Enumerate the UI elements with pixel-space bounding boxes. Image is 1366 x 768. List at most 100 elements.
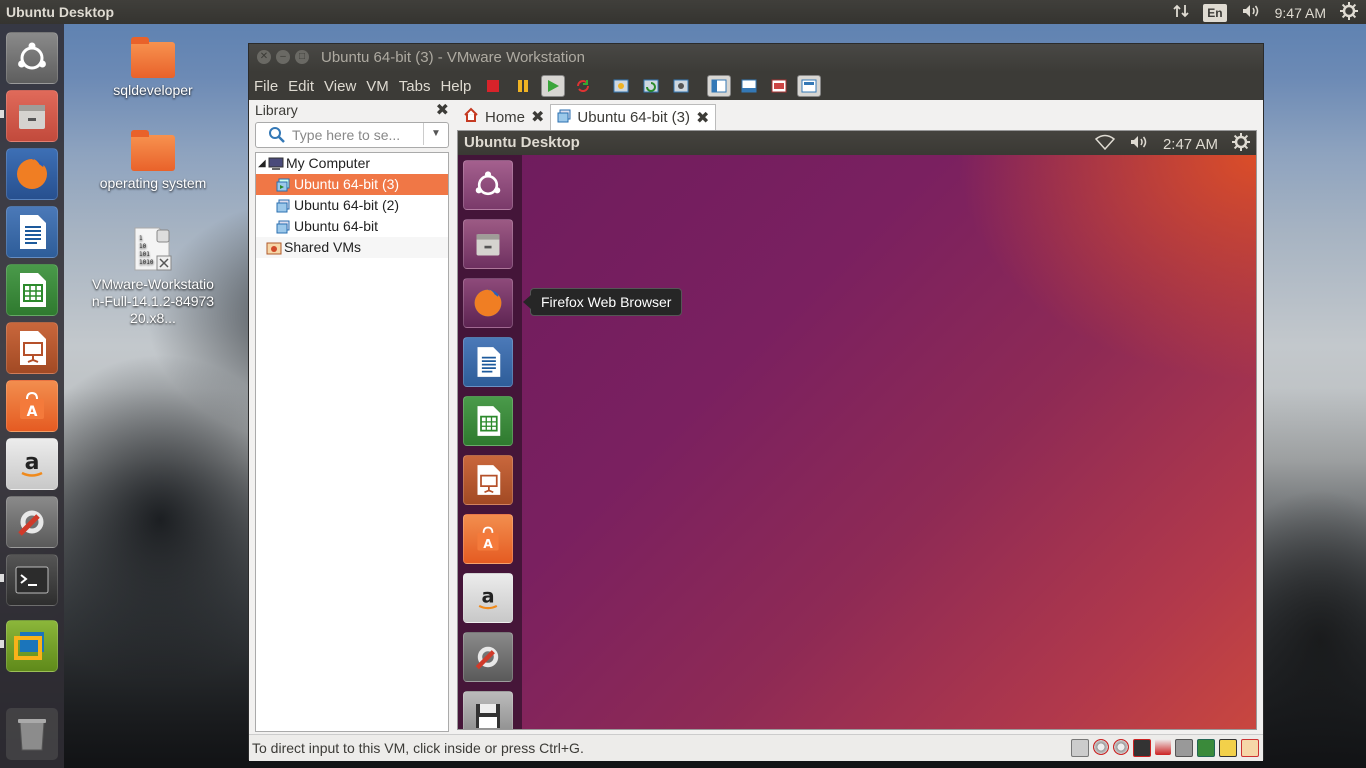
close-tab-icon[interactable]: ✖ (696, 108, 709, 128)
svg-text:10: 10 (139, 243, 147, 250)
svg-text:1010: 1010 (139, 259, 154, 266)
tab-home[interactable]: Home ✖ (457, 104, 550, 130)
system-settings-icon[interactable] (6, 496, 58, 548)
gear-icon[interactable] (1232, 133, 1250, 155)
svg-text:A: A (27, 404, 38, 420)
menu-edit[interactable]: Edit (283, 78, 319, 95)
calc-icon[interactable] (463, 396, 513, 446)
hard-disk-icon[interactable] (1071, 739, 1089, 757)
tree-item-vm[interactable]: Ubuntu 64-bit (3) (256, 174, 448, 195)
desktop-icon-label: VMware-Workstation-Full-14.1.2-8497320.x… (91, 276, 215, 326)
volume-icon[interactable] (1129, 134, 1149, 154)
floppy-icon[interactable] (1133, 739, 1151, 757)
guest-top-panel: Ubuntu Desktop 2:47 AM (458, 131, 1256, 155)
vm-console[interactable]: Ubuntu Desktop 2:47 AM A a Firefox Web B… (457, 130, 1257, 730)
terminal-icon[interactable] (6, 554, 58, 606)
impress-icon[interactable] (463, 455, 513, 505)
full-screen-icon[interactable] (767, 75, 791, 97)
menu-help[interactable]: Help (435, 78, 476, 95)
tree-item-shared-vms[interactable]: Shared VMs (256, 237, 448, 258)
chevron-down-icon[interactable]: ▼ (423, 123, 448, 145)
binary-file-icon: 1 10 101 1010 (133, 226, 173, 272)
close-tab-icon[interactable]: ✖ (531, 107, 544, 127)
files-icon[interactable] (6, 90, 58, 142)
files-icon[interactable] (463, 219, 513, 269)
library-search-input[interactable]: Type here to se... ▼ (255, 122, 449, 148)
status-bar: To direct input to this VM, click inside… (249, 734, 1263, 761)
firefox-icon[interactable] (6, 148, 58, 200)
impress-icon[interactable] (6, 322, 58, 374)
svg-text:A: A (483, 537, 493, 551)
amazon-icon[interactable]: a (6, 438, 58, 490)
suspend-icon[interactable] (511, 75, 535, 97)
software-center-icon[interactable]: A (463, 514, 513, 564)
power-on-icon[interactable] (541, 75, 566, 97)
calc-icon[interactable] (6, 264, 58, 316)
ubuntu-dash-icon[interactable] (6, 32, 58, 84)
menu-file[interactable]: File (249, 78, 283, 95)
thumbnail-bar-icon[interactable] (737, 75, 761, 97)
guest-clock[interactable]: 2:47 AM (1163, 136, 1218, 153)
keyboard-layout-indicator[interactable]: En (1203, 3, 1227, 22)
network-arrows-icon[interactable] (1173, 3, 1189, 22)
tab-bar: Home ✖ Ubuntu 64-bit (3) ✖ (457, 104, 717, 130)
vmware-icon[interactable] (6, 620, 58, 672)
menu-tabs[interactable]: Tabs (394, 78, 436, 95)
desktop-icon-vmware-installer[interactable]: 1 10 101 1010 VMware-Workstation-Full-14.1.… (88, 226, 218, 327)
guest-desktop[interactable] (458, 155, 1256, 729)
reset-icon[interactable] (571, 75, 595, 97)
power-off-icon[interactable] (481, 75, 505, 97)
vm-tree: ◢ My Computer Ubuntu 64-bit (3) Ubuntu 6… (255, 152, 449, 732)
snapshot-manager-icon[interactable] (669, 75, 693, 97)
close-library-icon[interactable]: ✖ (436, 100, 449, 120)
firefox-icon[interactable] (463, 278, 513, 328)
sound-card-icon[interactable] (1197, 739, 1215, 757)
shared-vms-icon (266, 240, 282, 261)
tab-ubuntu-64-bit-3[interactable]: Ubuntu 64-bit (3) ✖ (550, 104, 717, 130)
vmware-window: ✕ – □ Ubuntu 64-bit (3) - VMware Worksta… (248, 43, 1264, 761)
cd-dvd-icon[interactable] (1093, 739, 1109, 755)
software-center-icon[interactable]: A (6, 380, 58, 432)
library-panel: Library ✖ Type here to se... ▼ ◢ My Comp… (255, 102, 449, 732)
gear-icon[interactable] (1340, 2, 1358, 23)
amazon-icon[interactable]: a (463, 573, 513, 623)
maximize-button[interactable]: □ (295, 50, 309, 64)
floppy-icon[interactable] (463, 691, 513, 729)
search-icon (269, 127, 285, 143)
desktop-icon-operating-system[interactable]: operating system (88, 130, 218, 191)
tree-item-vm[interactable]: Ubuntu 64-bit (2) (256, 195, 448, 216)
svg-text:1: 1 (139, 235, 143, 242)
menu-view[interactable]: View (319, 78, 361, 95)
library-title: Library (255, 102, 298, 118)
volume-icon[interactable] (1241, 3, 1261, 22)
show-library-icon[interactable] (707, 75, 732, 97)
trash-icon[interactable] (6, 708, 58, 760)
minimize-button[interactable]: – (276, 50, 290, 64)
ubuntu-dash-icon[interactable] (463, 160, 513, 210)
revert-snapshot-icon[interactable] (639, 75, 663, 97)
expander-triangle-icon[interactable]: ◢ (258, 153, 266, 174)
cd-dvd-2-icon[interactable] (1113, 739, 1129, 755)
writer-icon[interactable] (6, 206, 58, 258)
snapshot-icon[interactable] (609, 75, 633, 97)
toolbar (478, 75, 824, 97)
unity-icon[interactable] (797, 75, 822, 97)
launcher: A a (0, 24, 64, 768)
desktop-icon-sqldeveloper[interactable]: sqldeveloper (88, 37, 218, 98)
close-button[interactable]: ✕ (257, 50, 271, 64)
running-indicator (0, 110, 4, 118)
writer-icon[interactable] (463, 337, 513, 387)
svg-text:a: a (25, 450, 40, 475)
system-settings-icon[interactable] (463, 632, 513, 682)
message-log-icon[interactable] (1219, 739, 1237, 757)
window-titlebar[interactable]: ✕ – □ Ubuntu 64-bit (3) - VMware Worksta… (249, 44, 1263, 72)
tree-item-my-computer[interactable]: ◢ My Computer (256, 153, 448, 174)
desktop-icon-label: sqldeveloper (113, 82, 193, 98)
printer-icon[interactable] (1175, 739, 1193, 757)
usb-controller-icon[interactable] (1241, 739, 1259, 757)
clock[interactable]: 9:47 AM (1275, 5, 1326, 21)
wifi-icon[interactable] (1094, 134, 1116, 154)
menu-vm[interactable]: VM (361, 78, 394, 95)
tree-item-vm[interactable]: Ubuntu 64-bit (256, 216, 448, 237)
network-adapter-icon[interactable] (1155, 739, 1171, 755)
